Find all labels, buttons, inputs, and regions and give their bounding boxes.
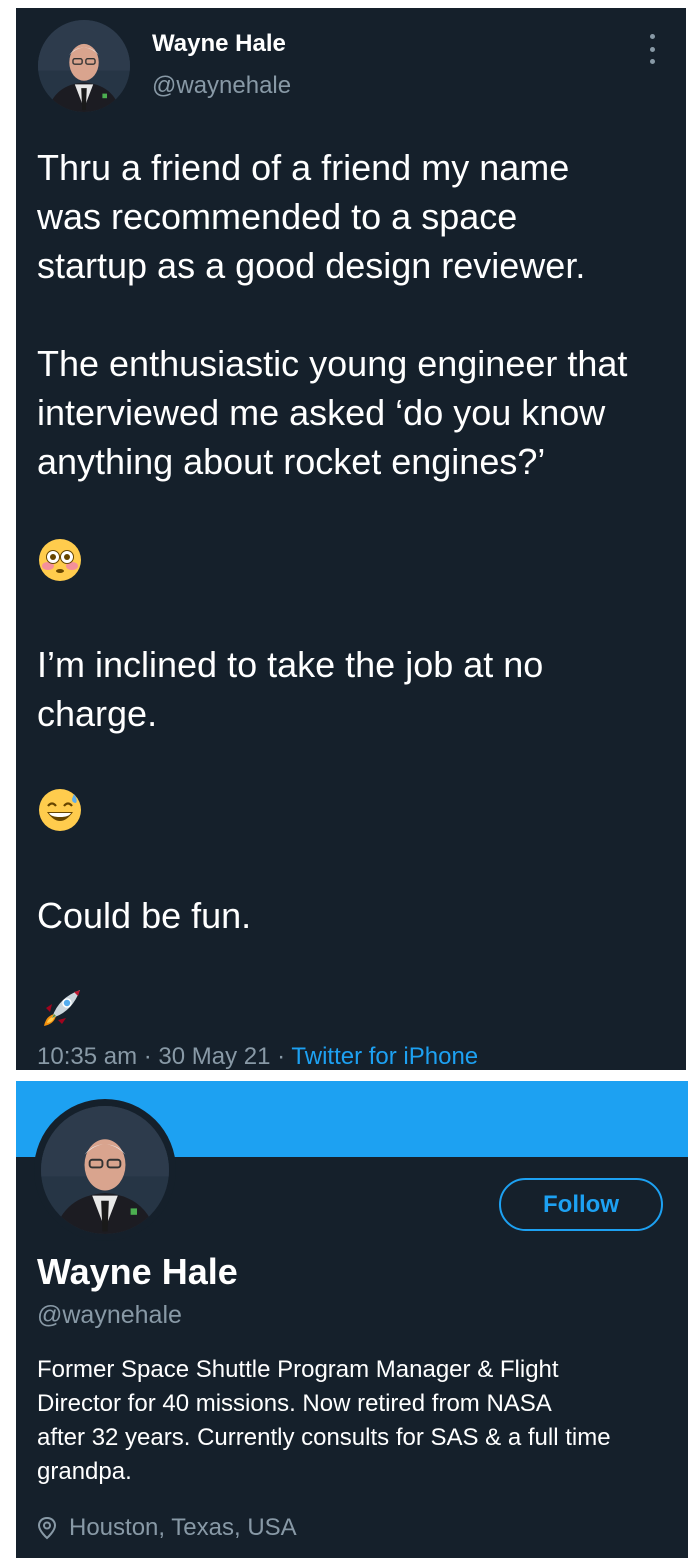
profile-location: Houston, Texas, USA bbox=[37, 1513, 297, 1543]
tweet-meta: 10:35 am · 30 May 21 · Twitter for iPhon… bbox=[37, 1042, 478, 1070]
tweet-time[interactable]: 10:35 am bbox=[37, 1043, 137, 1070]
author-name[interactable]: Wayne Hale bbox=[152, 30, 286, 58]
flushed-face-emoji bbox=[38, 538, 82, 587]
bio-line: Former Space Shuttle Program Manager & F… bbox=[37, 1356, 559, 1383]
tweet-text-line: I’m inclined to take the job at no bbox=[37, 644, 544, 685]
tweet-text-line: Could be fun. bbox=[37, 895, 252, 936]
tweet-text-line: startup as a good design reviewer. bbox=[37, 245, 586, 286]
location-pin-icon bbox=[37, 1516, 57, 1540]
author-avatar[interactable] bbox=[38, 20, 130, 112]
meta-separator: · bbox=[143, 1043, 152, 1070]
bio-line: grandpa. bbox=[37, 1458, 132, 1485]
meta-separator: · bbox=[277, 1043, 286, 1070]
profile-avatar[interactable] bbox=[41, 1106, 169, 1234]
profile-name: Wayne Hale bbox=[37, 1251, 238, 1292]
tweet-text-line: was recommended to a space bbox=[37, 196, 518, 237]
author-handle[interactable]: @waynehale bbox=[152, 72, 291, 100]
tweet-text-line: charge. bbox=[37, 693, 158, 734]
tweet-text-line: interviewed me asked ‘do you know bbox=[37, 392, 606, 433]
profile-handle: @waynehale bbox=[37, 1301, 182, 1329]
bio-line: Director for 40 missions. Now retired fr… bbox=[37, 1390, 552, 1417]
rocket-emoji bbox=[38, 986, 84, 1037]
tweet-text-line: anything about rocket engines?’ bbox=[37, 441, 546, 482]
tweet-text-line: Thru a friend of a friend my name bbox=[37, 147, 570, 188]
follow-button[interactable]: Follow bbox=[499, 1178, 663, 1231]
tweet-card: Wayne Hale @waynehale Thru a friend of a… bbox=[16, 8, 686, 1070]
grinning-sweat-emoji bbox=[38, 788, 82, 837]
profile-card: Follow Wayne Hale @waynehale Former Spac… bbox=[16, 1081, 688, 1558]
bio-line: after 32 years. Currently consults for S… bbox=[37, 1424, 611, 1451]
location-text: Houston, Texas, USA bbox=[69, 1514, 297, 1541]
tweet-source-link[interactable]: Twitter for iPhone bbox=[291, 1043, 478, 1070]
more-vertical-icon[interactable] bbox=[642, 34, 662, 64]
tweet-date[interactable]: 30 May 21 bbox=[158, 1043, 270, 1070]
tweet-text-line: The enthusiastic young engineer that bbox=[37, 343, 628, 384]
